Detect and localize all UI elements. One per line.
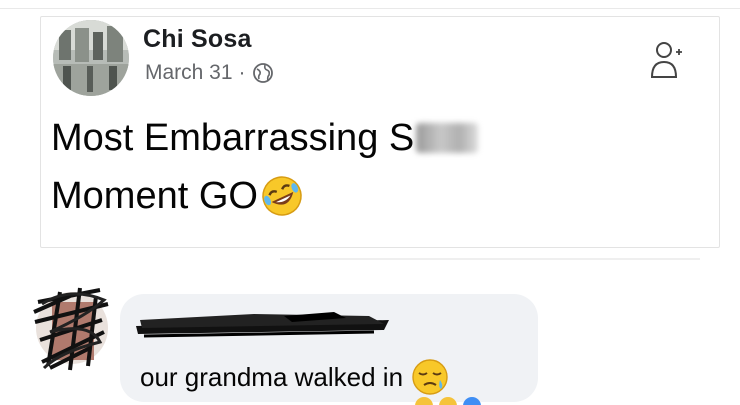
post-text-line2: Moment GO bbox=[51, 175, 258, 217]
screenshot-page: Chi Sosa March 31 · Most Embarrassing S bbox=[0, 0, 740, 405]
commenter-avatar-scribbled[interactable] bbox=[30, 282, 112, 372]
post-text-line1: Most Embarrassing S bbox=[51, 117, 415, 159]
top-divider bbox=[0, 8, 740, 9]
commenter-name-scribbled bbox=[136, 312, 389, 338]
comment-bubble: our grandma walked in bbox=[120, 294, 538, 402]
sleepy-face-emoji bbox=[412, 359, 448, 395]
person-add-icon[interactable] bbox=[647, 39, 689, 81]
card-shadow bbox=[280, 258, 700, 260]
globe-icon[interactable] bbox=[252, 62, 274, 84]
reaction-icons-peek[interactable] bbox=[410, 396, 500, 405]
post-line-1: Most Embarrassing S bbox=[51, 109, 479, 167]
post-line-2: Moment GO bbox=[51, 167, 478, 225]
post-meta: March 31 · bbox=[145, 61, 274, 85]
avatar-photo bbox=[53, 20, 129, 96]
censored-word-blur bbox=[416, 123, 479, 153]
post-body: Most Embarrassing S Moment GO bbox=[51, 109, 479, 225]
comment-text: our grandma walked in bbox=[140, 361, 404, 392]
meta-separator: · bbox=[238, 61, 246, 84]
author-name[interactable]: Chi Sosa bbox=[143, 25, 252, 54]
rolling-on-floor-laughing-emoji bbox=[262, 176, 302, 216]
author-avatar[interactable] bbox=[53, 20, 129, 96]
comment-body: our grandma walked in bbox=[140, 358, 449, 396]
post-card: Chi Sosa March 31 · Most Embarrassing S bbox=[40, 16, 720, 248]
post-date[interactable]: March 31 bbox=[145, 61, 233, 85]
